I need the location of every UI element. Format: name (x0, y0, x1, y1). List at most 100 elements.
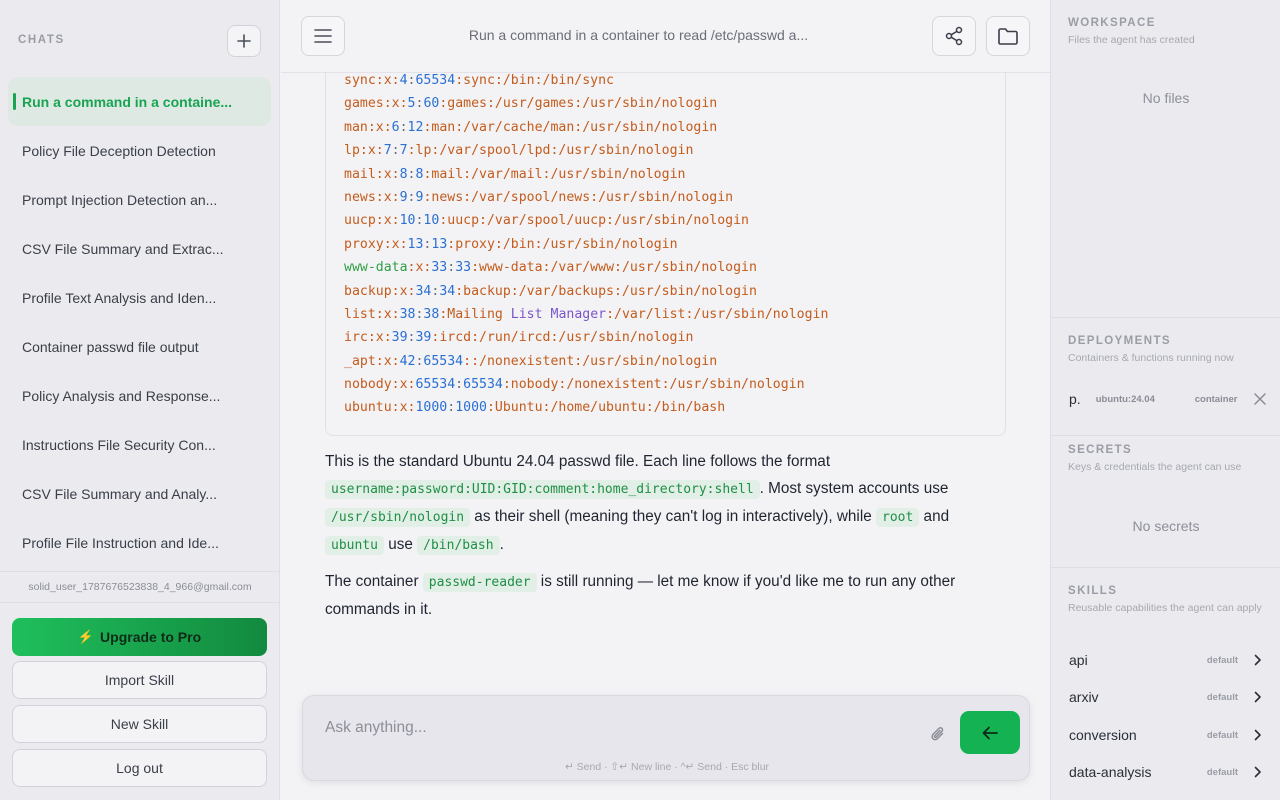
sidebar-actions: ⚡ Upgrade to Pro Import Skill New Skill … (0, 602, 280, 800)
message-input[interactable] (325, 714, 905, 742)
upgrade-button[interactable]: ⚡ Upgrade to Pro (12, 618, 267, 656)
text-run: as their shell (meaning they can't log i… (470, 508, 876, 525)
code-line: news:x:9:9:news:/var/spool/news:/usr/sbi… (344, 189, 734, 205)
arrow-left-icon (982, 726, 998, 739)
skill-name: api (1069, 652, 1088, 668)
skill-item[interactable]: data-analysis default (1069, 760, 1264, 784)
text-run: use (383, 536, 418, 553)
deployments-title: DEPLOYMENTS (1068, 335, 1171, 347)
deployments-subtitle: Containers & functions running now (1068, 352, 1234, 364)
chevron-right-icon (1252, 729, 1264, 741)
code-block: sync:x:4:65534:sync:/bin:/bin/sync games:… (325, 60, 1006, 436)
chevron-right-icon (1252, 766, 1264, 778)
chat-sidebar: CHATS Run a command in a containe... Poli… (0, 0, 280, 800)
inline-code: /usr/sbin/nologin (325, 508, 471, 527)
text-run: The container (325, 573, 423, 590)
deployment-type: container (1194, 393, 1238, 405)
secrets-empty: No secrets (1132, 518, 1200, 534)
new-skill-button[interactable]: New Skill (12, 705, 267, 743)
send-button[interactable] (960, 711, 1020, 754)
secrets-subtitle: Keys & credentials the agent can use (1068, 461, 1242, 473)
user-email: solid_user_1787676523838_4_966@gmail.com (0, 571, 280, 601)
code-line: www-data:x:33:33:www-data:/var/www:/usr/… (344, 260, 757, 276)
code-line: games:x:5:60:games:/usr/games:/usr/sbin/… (344, 96, 718, 112)
inline-code: ubuntu (325, 536, 384, 555)
skill-tag: default (1206, 654, 1238, 666)
upgrade-label: Upgrade to Pro (100, 629, 202, 645)
chat-item[interactable]: Policy Analysis and Response... (8, 371, 271, 420)
deployment-row: p. ubuntu:24.04 container (1069, 389, 1269, 409)
attach-button[interactable] (926, 722, 950, 746)
workspace-title: WORKSPACE (1068, 17, 1156, 29)
deployment-image: ubuntu:24.04 (1095, 393, 1155, 405)
skill-item[interactable]: arxiv default (1069, 685, 1264, 709)
workspace-section: WORKSPACE Files the agent has created No… (1051, 0, 1280, 318)
menu-button[interactable] (301, 16, 345, 56)
skills-subtitle: Reusable capabilities the agent can appl… (1068, 602, 1262, 614)
code-line: irc:x:39:39:ircd:/run/ircd:/usr/sbin/nol… (344, 330, 694, 346)
deployments-section: DEPLOYMENTS Containers & functions runni… (1051, 318, 1280, 436)
skill-name: data-analysis (1069, 764, 1152, 780)
skills-title: SKILLS (1068, 585, 1118, 597)
assistant-paragraph-2: The container passwd-reader is still run… (325, 568, 1005, 623)
code-line: uucp:x:10:10:uucp:/var/spool/uucp:/usr/s… (344, 213, 749, 229)
code-line: lp:x:7:7:lp:/var/spool/lpd:/usr/sbin/nol… (344, 143, 694, 159)
import-skill-button[interactable]: Import Skill (12, 661, 267, 699)
secrets-section: SECRETS Keys & credentials the agent can… (1051, 436, 1280, 568)
text-run: . (499, 536, 504, 553)
chat-main: sync:x:4:65534:sync:/bin:/bin/sync games:… (281, 0, 1050, 800)
inline-code: passwd-reader (422, 573, 537, 592)
plus-icon (237, 34, 251, 48)
code-line: mail:x:8:8:mail:/var/mail:/usr/sbin/nolo… (344, 166, 686, 182)
keyboard-hint: ↵ Send · ⇧↵ New line · ^↵ Send · Esc blu… (564, 761, 770, 773)
logout-button[interactable]: Log out (12, 749, 267, 787)
files-button[interactable] (986, 16, 1030, 56)
lightning-icon: ⚡ (77, 629, 95, 644)
skill-tag: default (1206, 729, 1238, 741)
chat-item[interactable]: Profile Text Analysis and Iden... (8, 273, 271, 322)
close-icon[interactable] (1251, 390, 1269, 408)
workspace-empty: No files (1142, 90, 1190, 106)
folder-icon (998, 28, 1018, 45)
assistant-paragraph-1: This is the standard Ubuntu 24.04 passwd… (325, 448, 1005, 559)
chat-item[interactable]: Policy File Deception Detection (8, 126, 271, 175)
inline-code: root (876, 508, 920, 527)
chat-item[interactable]: Prompt Injection Detection an... (8, 175, 271, 224)
chat-item[interactable]: Container passwd file output (8, 322, 271, 371)
code-line: proxy:x:13:13:proxy:/bin:/usr/sbin/nolog… (344, 236, 678, 252)
workspace-subtitle: Files the agent has created (1068, 34, 1195, 46)
code-line: nobody:x:65534:65534:nobody:/nonexistent… (344, 377, 805, 393)
composer: ↵ Send · ⇧↵ New line · ^↵ Send · Esc blu… (302, 695, 1030, 781)
secrets-title: SECRETS (1068, 444, 1133, 456)
code-line: man:x:6:12:man:/var/cache/man:/usr/sbin/… (344, 119, 718, 135)
share-button[interactable] (932, 16, 976, 56)
skill-name: arxiv (1069, 689, 1099, 705)
code-lines: sync:x:4:65534:sync:/bin:/bin/sync games:… (344, 69, 828, 420)
chat-title: Run a command in a container to read /et… (468, 27, 809, 43)
top-bar: Run a command in a container to read /et… (281, 0, 1050, 73)
text-run: . Most system accounts use (759, 480, 949, 497)
paperclip-icon (931, 727, 944, 741)
chat-item[interactable]: Instructions File Security Con... (8, 420, 271, 469)
inline-code: /bin/bash (417, 536, 500, 555)
code-line: _apt:x:42:65534::/nonexistent:/usr/sbin/… (344, 353, 718, 369)
hamburger-icon (314, 29, 332, 43)
skill-item[interactable]: api default (1069, 648, 1264, 672)
new-chat-button[interactable] (227, 25, 261, 57)
chat-item[interactable]: CSV File Summary and Analy... (8, 469, 271, 518)
chevron-right-icon (1252, 691, 1264, 703)
chat-list: Run a command in a containe... Policy Fil… (8, 77, 271, 567)
deployment-name: p. (1069, 391, 1081, 407)
chat-item[interactable]: CSV File Summary and Extrac... (8, 224, 271, 273)
code-line: backup:x:34:34:backup:/var/backups:/usr/… (344, 283, 757, 299)
right-panel: WORKSPACE Files the agent has created No… (1050, 0, 1280, 800)
text-run: and (919, 508, 950, 525)
skill-name: conversion (1069, 727, 1137, 743)
skill-item[interactable]: conversion default (1069, 723, 1264, 747)
text-run: This is the standard Ubuntu 24.04 passwd… (325, 453, 831, 470)
share-icon (945, 26, 963, 46)
chat-item[interactable]: Run a command in a containe... (8, 77, 271, 126)
skill-tag: default (1206, 691, 1238, 703)
chat-item[interactable]: Profile File Instruction and Ide... (8, 518, 271, 567)
chevron-right-icon (1252, 654, 1264, 666)
